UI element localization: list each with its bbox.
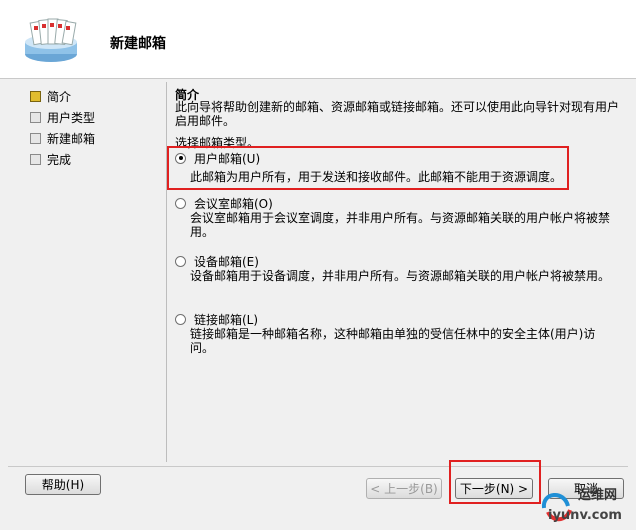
wizard-title: 新建邮箱 (110, 36, 166, 52)
step-icon (30, 154, 41, 165)
nav-step-label: 新建邮箱 (47, 132, 96, 146)
watermark-logo: 运维网 iyunv.com (538, 482, 630, 526)
radio-button[interactable] (175, 255, 186, 267)
watermark-cn-text: 运维网 (578, 488, 618, 503)
option-equipment-mailbox: 设备邮箱(E) 设备邮箱用于设备调度，并非用户所有。与资源邮箱关联的用户帐户将被… (175, 253, 625, 283)
linked-mailbox-radio-row[interactable]: 链接邮箱(L) (175, 311, 625, 327)
nav-step-label: 完成 (47, 153, 72, 167)
help-button[interactable]: 帮助(H) (25, 474, 101, 495)
radio-button[interactable] (175, 197, 186, 209)
wizard-header: 新建邮箱 (0, 0, 636, 79)
option-label[interactable]: 设备邮箱(E) (194, 253, 259, 270)
highlight-box-next (449, 460, 541, 504)
room-mailbox-radio-row[interactable]: 会议室邮箱(O) (175, 195, 625, 211)
option-room-mailbox: 会议室邮箱(O) 会议室邮箱用于会议室调度，并非用户所有。与资源邮箱关联的用户帐… (175, 195, 625, 239)
nav-divider (166, 82, 167, 462)
nav-step-intro[interactable]: 简介 (30, 86, 95, 107)
back-button[interactable]: < 上一步(B) (366, 478, 442, 499)
equipment-mailbox-radio-row[interactable]: 设备邮箱(E) (175, 253, 625, 269)
watermark-url-text: iyunv.com (548, 508, 622, 523)
highlight-box-user-mailbox (167, 146, 569, 190)
nav-step-label: 简介 (47, 90, 72, 104)
radio-button[interactable] (175, 313, 186, 325)
nav-step-user-type[interactable]: 用户类型 (30, 107, 95, 128)
wizard-steps-nav: 简介 用户类型 新建邮箱 完成 (30, 86, 95, 170)
nav-step-label: 用户类型 (47, 111, 96, 125)
option-description: 会议室邮箱用于会议室调度，并非用户所有。与资源邮箱关联的用户帐户将被禁用。 (190, 211, 611, 239)
current-step-icon (30, 91, 41, 102)
step-icon (30, 133, 41, 144)
option-linked-mailbox: 链接邮箱(L) 链接邮箱是一种邮箱名称，这种邮箱由单独的受信任林中的安全主体(用… (175, 311, 625, 355)
option-label[interactable]: 会议室邮箱(O) (194, 195, 273, 212)
nav-step-finish[interactable]: 完成 (30, 149, 95, 170)
option-label[interactable]: 链接邮箱(L) (194, 311, 258, 328)
section-description: 此向导将帮助创建新的邮箱、资源邮箱或链接邮箱。还可以使用此向导针对现有用户启用邮… (175, 100, 620, 128)
mailbox-stack-icon (25, 18, 77, 62)
option-description: 链接邮箱是一种邮箱名称，这种邮箱由单独的受信任林中的安全主体(用户)访问。 (190, 327, 596, 355)
option-description: 设备邮箱用于设备调度，并非用户所有。与资源邮箱关联的用户帐户将被禁用。 (190, 269, 611, 283)
nav-step-new-mailbox[interactable]: 新建邮箱 (30, 128, 95, 149)
step-icon (30, 112, 41, 123)
